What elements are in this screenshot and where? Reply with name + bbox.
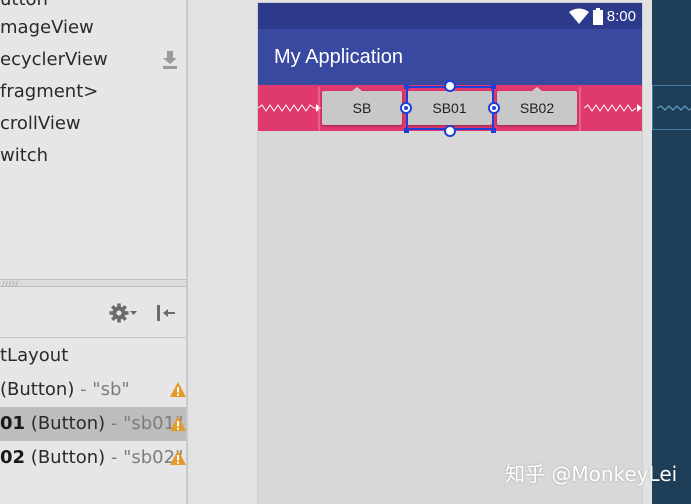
tree-row-type: (Button) [30,447,106,468]
battery-icon [592,7,603,25]
warning-icon[interactable] [169,449,187,466]
palette-item-fragment[interactable]: fragment> [0,79,98,105]
blueprint-chain [656,105,691,111]
constraint-chain-area: SB SB01 SB02 [258,80,642,137]
palette-item-recyclerview[interactable]: ecyclerView [0,47,108,73]
splitter-grip: ///// [2,280,19,288]
palette-panel: utton mageView ecyclerView fragment> cro… [0,0,187,504]
status-bar: 8:00 [258,3,642,29]
gear-icon[interactable] [109,302,139,324]
palette-item-button[interactable]: utton [0,0,48,13]
panel-splitter[interactable]: ///// [0,279,187,288]
tree-row-value: "sb" [92,379,130,400]
app-title: My Application [274,46,403,68]
selection-handles[interactable] [258,80,642,137]
tree-row-sep: - [105,413,124,434]
tree-row-sb01[interactable]: 01 (Button) - "sb01" [0,407,187,441]
status-icons: 8:00 [568,6,636,26]
tree-root-label: tLayout [0,345,69,366]
warning-icon[interactable] [169,415,187,432]
tree-row-sep: - [105,447,124,468]
watermark: 知乎 @MonkeyLei [505,462,678,486]
tree-row-type: (Button) [0,379,75,400]
wifi-icon [568,8,589,24]
palette-item-switch[interactable]: witch [0,143,48,169]
download-icon[interactable] [161,50,179,70]
tree-root-layout[interactable]: tLayout [0,339,187,373]
palette-item-scrollview[interactable]: crollView [0,111,81,137]
blueprint-view[interactable] [652,0,691,504]
tree-row-type: (Button) [30,413,106,434]
palette-item-imageview[interactable]: mageView [0,15,94,41]
device-preview[interactable]: 8:00 My Application SB SB01 SB02 [258,3,642,504]
tree-row-sep: - [74,379,93,400]
status-time: 8:00 [606,7,636,25]
tree-row-sb[interactable]: (Button) - "sb" [0,373,187,407]
app-bar: My Application [258,29,642,85]
warning-icon[interactable] [169,381,187,398]
tree-row-id: 02 [0,447,26,468]
tree-row-id: 01 [0,413,26,434]
collapse-icon[interactable] [155,303,177,323]
tree-row-sb02[interactable]: 02 (Button) - "sb02" [0,441,187,475]
blueprint-constraint-area [652,85,691,130]
